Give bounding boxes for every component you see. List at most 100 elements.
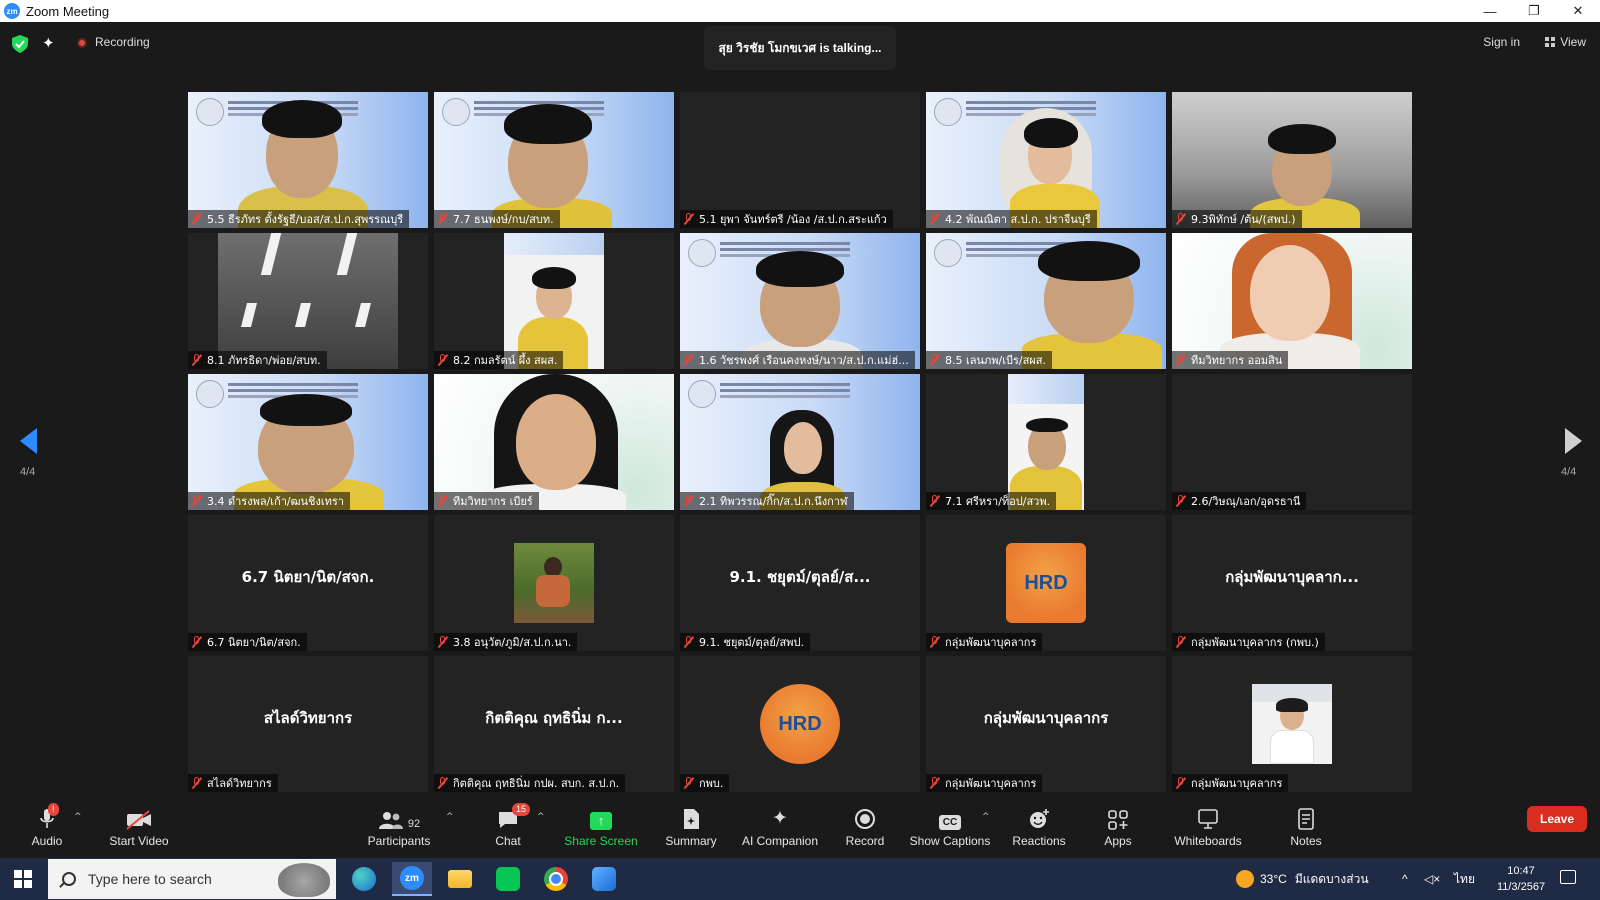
tray-chevron-icon[interactable]: ^: [1402, 858, 1408, 900]
chat-options-caret-icon[interactable]: ^: [537, 812, 545, 822]
participant-name-bar: 9.3พิทักษ์ /ต้น/(สพป.): [1172, 210, 1302, 228]
participants-button[interactable]: 92 Participants: [364, 806, 434, 848]
participant-tile[interactable]: 3.8 อนุวัต/ภูมิ/ส.ป.ก.นา.: [434, 515, 674, 651]
search-placeholder: Type here to search: [88, 871, 212, 887]
participant-tile[interactable]: 7.7 ธนพงษ์/กบ/สบท.: [434, 92, 674, 228]
ai-sparkle-icon[interactable]: ✦: [42, 34, 55, 52]
leave-button[interactable]: Leave: [1527, 806, 1587, 832]
photos-taskbar-app[interactable]: [584, 862, 624, 896]
participant-tile[interactable]: 2.6/วิษณุ/เอก/อุดรธานี: [1172, 374, 1412, 510]
participant-tile[interactable]: 2.1 ทิพวรรณ/กิ๊ก/ส.ป.ก.นึงกาฬ: [680, 374, 920, 510]
muted-mic-icon: [192, 636, 201, 648]
participant-tile[interactable]: HRD กลุ่มพัฒนาบุคลากร: [926, 515, 1166, 651]
restore-button[interactable]: ❐: [1512, 0, 1556, 22]
whiteboards-button[interactable]: Whiteboards: [1168, 806, 1248, 848]
participant-tile[interactable]: กลุ่มพัฒนาบุคลากร กลุ่มพัฒนาบุคลากร: [926, 656, 1166, 792]
edge-taskbar-app[interactable]: [344, 862, 384, 896]
muted-mic-icon: [930, 354, 939, 366]
weather-widget[interactable]: 33°C มีแดดบางส่วน: [1236, 858, 1369, 900]
participant-name-bar: 6.7 นิตยา/นิต/สจก.: [188, 633, 307, 651]
search-highlight-koala-icon: [278, 863, 330, 897]
apps-button[interactable]: Apps: [1094, 806, 1142, 848]
participant-tile[interactable]: ทีมวิทยากร ออมสิน: [1172, 233, 1412, 369]
meeting-topbar: ✦ Recording สุย วิรชัย โมกขเวศ is talkin…: [0, 22, 1600, 70]
muted-mic-icon: [684, 495, 693, 507]
participants-options-caret-icon[interactable]: ^: [446, 812, 454, 822]
participant-name-bar: กพบ.: [680, 774, 730, 792]
chrome-taskbar-app[interactable]: [536, 862, 576, 896]
ai-companion-button[interactable]: ✦ AI Companion: [736, 806, 824, 848]
muted-mic-icon: [684, 777, 693, 789]
start-video-button[interactable]: Start Video: [104, 806, 174, 848]
participant-tile[interactable]: 8.1 ภัทรธิดา/พ่อย/สบท.: [188, 233, 428, 369]
file-explorer-taskbar-app[interactable]: [440, 862, 480, 896]
chrome-icon: [544, 867, 568, 891]
view-button[interactable]: View: [1545, 35, 1586, 49]
participant-tile[interactable]: 4.2 พัณณิตา ส.ป.ก. ปราจีนบุรี: [926, 92, 1166, 228]
audio-options-caret-icon[interactable]: ^: [74, 812, 82, 822]
zoom-logo-icon: zm: [4, 3, 20, 19]
captions-options-caret-icon[interactable]: ^: [982, 812, 990, 822]
windows-start-icon[interactable]: [14, 870, 32, 888]
participant-tile[interactable]: 6.7 นิตยา/นิต/สจก. 6.7 นิตยา/นิต/สจก.: [188, 515, 428, 651]
participant-tile[interactable]: 9.1. ชยุตม์/ตุลย์/ส... 9.1. ชยุตม์/ตุลย์…: [680, 515, 920, 651]
participant-tile[interactable]: 5.5 ธีรภัทร ตั้งรัฐธี/บอส/ส.ป.ก.สุพรรณบุ…: [188, 92, 428, 228]
close-button[interactable]: ✕: [1556, 0, 1600, 22]
participant-name-bar: 8.2 กมลรัตน์ ผึ้ง สผส.: [434, 351, 564, 369]
participant-tile[interactable]: 5.1 ยุพา จันทร์ตรี /น้อง /ส.ป.ก.สระแก้ว: [680, 92, 920, 228]
summary-icon: [662, 806, 720, 830]
record-icon: [840, 806, 890, 830]
muted-mic-icon: [930, 777, 939, 789]
participant-tile[interactable]: 7.1 ศรีหรา/ท็อป/สวพ.: [926, 374, 1166, 510]
participant-tile[interactable]: HRD กพบ.: [680, 656, 920, 792]
notes-button[interactable]: Notes: [1282, 806, 1330, 848]
minimize-button[interactable]: —: [1468, 0, 1512, 22]
notification-center-icon[interactable]: [1560, 870, 1576, 884]
participant-video: [218, 233, 398, 369]
participant-tile[interactable]: กิตติคุณ ฤทธินิ่ม ก... กิตติคุณ ฤทธินิ่ม…: [434, 656, 674, 792]
participant-tile[interactable]: 8.2 กมลรัตน์ ผึ้ง สผส.: [434, 233, 674, 369]
record-button[interactable]: Record: [840, 806, 890, 848]
muted-mic-icon: [1176, 354, 1185, 366]
participant-name-bar: 3.8 อนุวัต/ภูมิ/ส.ป.ก.นา.: [434, 633, 578, 651]
participant-video: [504, 233, 604, 369]
participant-tile[interactable]: 9.3พิทักษ์ /ต้น/(สพป.): [1172, 92, 1412, 228]
participants-icon: 92: [364, 806, 434, 830]
chat-button[interactable]: Chat 15: [478, 803, 538, 848]
weather-description: มีแดดบางส่วน: [1294, 871, 1369, 886]
muted-mic-icon: [438, 636, 447, 648]
gallery-grid: 5.5 ธีรภัทร ตั้งรัฐธี/บอส/ส.ป.ก.สุพรรณบุ…: [188, 92, 1413, 792]
participant-tile[interactable]: 8.5 เลนภพ/เบีร/สผส.: [926, 233, 1166, 369]
security-shield-icon[interactable]: [12, 35, 28, 53]
participant-tile[interactable]: สไลด์วิทยากร สไลด์วิทยากร: [188, 656, 428, 792]
page-indicator-left: 4/4: [20, 466, 36, 478]
system-clock[interactable]: 10:47 11/3/2567: [1490, 863, 1552, 895]
summary-button[interactable]: Summary: [662, 806, 720, 848]
audio-button[interactable]: Audio !: [22, 803, 72, 848]
participant-name-bar: กิตติคุณ ฤทธินิ่ม กปผ. สบก. ส.ป.ก.: [434, 774, 626, 792]
participant-tile[interactable]: ทีมวิทยากร เบียร์: [434, 374, 674, 510]
participant-tile[interactable]: กลุ่มพัฒนาบุคลาก... กลุ่มพัฒนาบุคลากร (ก…: [1172, 515, 1412, 651]
sign-in-button[interactable]: Sign in: [1483, 35, 1520, 49]
participant-name-bar: 4.2 พัณณิตา ส.ป.ก. ปราจีนบุรี: [926, 210, 1097, 228]
participant-tile[interactable]: 3.4 ดำรงพล/เก้า/ฒนชิงเทรา: [188, 374, 428, 510]
input-language[interactable]: ไทย: [1454, 858, 1475, 900]
clock-time: 10:47: [1507, 865, 1535, 877]
reactions-button[interactable]: Reactions: [1008, 806, 1070, 848]
taskbar-search-box[interactable]: Type here to search: [48, 859, 336, 899]
reactions-smiley-icon: [1008, 806, 1070, 830]
volume-icon[interactable]: ◁×: [1424, 858, 1440, 900]
participant-tile[interactable]: กลุ่มพัฒนาบุคลากร: [1172, 656, 1412, 792]
line-taskbar-app[interactable]: [488, 862, 528, 896]
recording-label[interactable]: Recording: [95, 35, 150, 49]
muted-mic-icon: [1176, 495, 1185, 507]
share-screen-button[interactable]: ↑ Share Screen: [564, 806, 638, 848]
participant-tile[interactable]: 1.6 วัชรพงศ์ เรือนคงหงษ์/นาว/ส.ป.ก.แม่ฮ่…: [680, 233, 920, 369]
hrd-logo: HRD: [760, 684, 840, 764]
previous-page-arrow-icon[interactable]: [20, 428, 37, 454]
participant-name-bar: กลุ่มพัฒนาบุคลากร: [926, 774, 1043, 792]
zoom-taskbar-app[interactable]: zm: [392, 862, 432, 896]
next-page-arrow-icon[interactable]: [1565, 428, 1582, 454]
show-captions-button[interactable]: CC Show Captions: [908, 806, 992, 848]
profile-photo: [1252, 684, 1332, 764]
